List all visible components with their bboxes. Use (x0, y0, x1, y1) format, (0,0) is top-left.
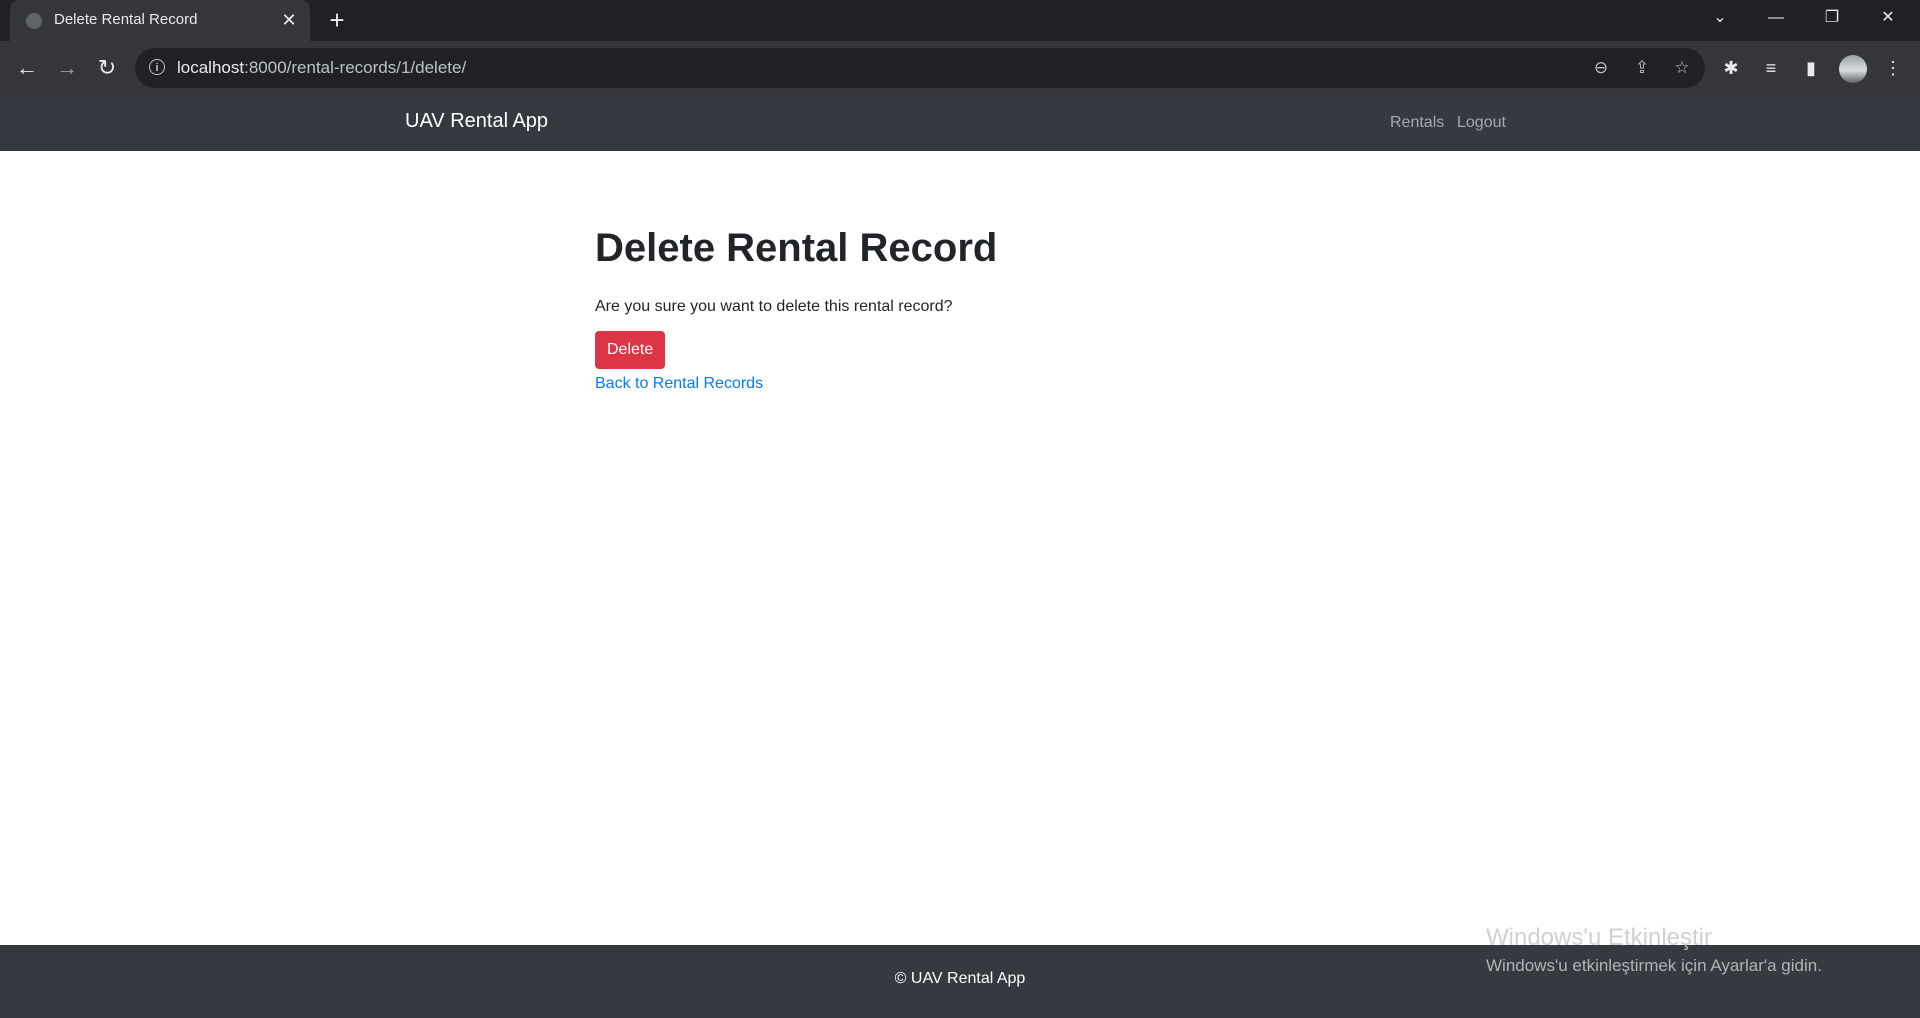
delete-button[interactable]: Delete (595, 331, 666, 369)
url-path: :8000/rental-records/1/delete/ (244, 58, 467, 77)
restore-icon[interactable]: ❐ (1804, 0, 1860, 36)
profile-avatar[interactable] (1839, 55, 1867, 83)
close-window-icon[interactable]: ✕ (1860, 0, 1916, 36)
confirm-message: Are you sure you want to delete this ren… (595, 298, 953, 315)
menu-kebab-icon[interactable]: ⋮ (1880, 55, 1906, 81)
browser-toolbar: ← → ↻ i localhost:8000/rental-records/1/… (0, 41, 1920, 96)
zoom-icon[interactable]: ⊖ (1590, 57, 1612, 79)
navbar-brand[interactable]: UAV Rental App (405, 110, 548, 133)
bookmark-star-icon[interactable]: ☆ (1671, 57, 1693, 79)
url-host: localhost (177, 58, 245, 77)
side-panel-icon[interactable]: ▮ (1798, 55, 1824, 81)
new-tab-icon[interactable]: + (324, 7, 350, 33)
site-navbar: UAV Rental App Rentals Logout (0, 95, 1920, 151)
forward-arrow-icon[interactable]: → (54, 55, 80, 81)
browser-tab[interactable]: Delete Rental Record ✕ (10, 0, 310, 41)
close-tab-icon[interactable]: ✕ (278, 9, 300, 31)
main-content: Delete Rental Record Are you sure you wa… (595, 222, 1395, 396)
reload-icon[interactable]: ↻ (94, 55, 120, 81)
share-icon[interactable]: ⇪ (1631, 57, 1653, 79)
browser-tab-strip: Delete Rental Record ✕ + ⌄ — ❐ ✕ (0, 0, 1920, 41)
back-arrow-icon[interactable]: ← (14, 55, 40, 81)
info-icon[interactable]: i (149, 59, 165, 75)
url-text[interactable]: localhost:8000/rental-records/1/delete/ (177, 58, 466, 78)
extensions-icon[interactable]: ✱ (1718, 55, 1744, 81)
watermark-subtitle: Windows'u etkinleştirmek için Ayarlar'a … (1486, 956, 1822, 975)
page-title: Delete Rental Record (595, 226, 998, 270)
windows-activation-watermark: Windows'u Etkinleştir Windows'u etkinleş… (1486, 923, 1822, 977)
nav-link-logout[interactable]: Logout (1457, 114, 1506, 132)
tab-title: Delete Rental Record (54, 11, 198, 28)
media-icon[interactable]: ≡ (1758, 55, 1784, 81)
minimize-icon[interactable]: — (1748, 0, 1804, 36)
address-bar[interactable]: i localhost:8000/rental-records/1/delete… (135, 48, 1705, 88)
watermark-title: Windows'u Etkinleştir (1486, 924, 1712, 951)
nav-link-rentals[interactable]: Rentals (1390, 114, 1444, 132)
tab-search-icon[interactable]: ⌄ (1692, 0, 1748, 36)
globe-icon (26, 13, 42, 29)
back-to-records-link[interactable]: Back to Rental Records (595, 372, 1395, 396)
